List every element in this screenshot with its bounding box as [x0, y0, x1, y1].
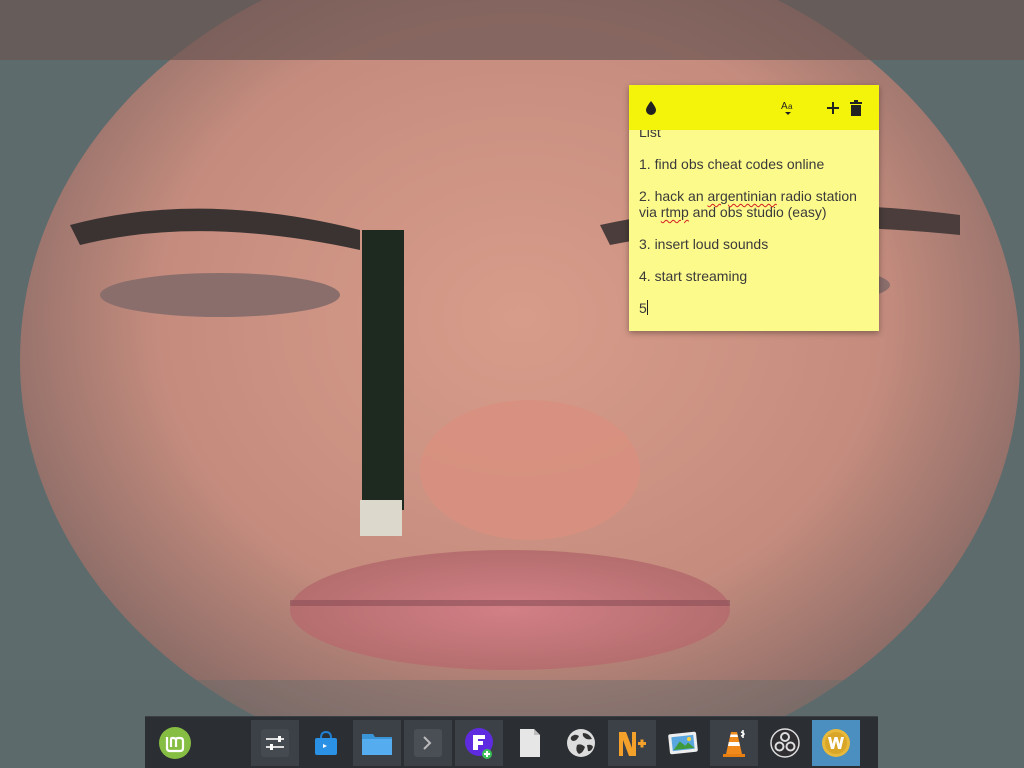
document-icon: [520, 729, 540, 757]
panel-app-f[interactable]: [455, 720, 503, 766]
note-item-5: 5: [639, 300, 869, 316]
traffic-cone-icon: [723, 730, 745, 757]
shopping-bag-icon: [315, 730, 337, 755]
note-item-5-text: 5: [639, 300, 647, 316]
panel-system-settings[interactable]: [251, 720, 299, 766]
note-item-2: 2. hack an argentinian radio station: [639, 188, 869, 204]
terminal-icon: [414, 729, 442, 757]
panel-mint-menu[interactable]: [151, 720, 199, 766]
note-item-2-part1: 2. hack an: [639, 188, 708, 204]
svg-text:A: A: [781, 101, 788, 112]
desktop: A a List 1. find obs cheat codes online …: [0, 0, 1024, 768]
n-plus-icon: [619, 732, 646, 756]
note-item-2-part3: via: [639, 204, 661, 220]
panel-vlc[interactable]: [710, 720, 758, 766]
panel-notes-app[interactable]: [608, 720, 656, 766]
trash-icon[interactable]: [845, 97, 867, 119]
f-letter-icon: [465, 728, 493, 759]
note-item-2-part4: and obs studio (easy): [688, 204, 827, 220]
misspelled-word-rtmp: rtmp: [660, 204, 689, 220]
panel-text-document[interactable]: [506, 720, 554, 766]
note-title-partial: List: [639, 130, 661, 140]
panel-obs-studio[interactable]: [761, 720, 809, 766]
w-coin-icon: [822, 729, 850, 757]
color-drop-icon[interactable]: [640, 97, 662, 119]
note-item-4: 4. start streaming: [639, 268, 748, 284]
panel-image-viewer[interactable]: [659, 720, 707, 766]
misspelled-word-argentinian: argentinian: [707, 188, 777, 204]
sliders-icon: [261, 729, 289, 757]
folder-icon: [362, 734, 392, 755]
panel-w-app[interactable]: [812, 720, 860, 766]
note-item-3: 3. insert loud sounds: [639, 236, 769, 252]
panel-terminal[interactable]: [404, 720, 452, 766]
text-format-icon[interactable]: A a: [777, 97, 799, 119]
linux-mint-logo-icon: [159, 727, 191, 759]
sticky-note-header[interactable]: A a: [629, 85, 879, 130]
picture-icon: [668, 731, 698, 755]
panel-software-manager[interactable]: [302, 720, 350, 766]
taskbar-panel: [145, 716, 878, 768]
globe-icon: [567, 729, 595, 757]
note-item-1: 1. find obs cheat codes online: [639, 156, 825, 172]
note-item-2-cont: via rtmp and obs studio (easy): [639, 204, 869, 220]
text-caret: [646, 300, 648, 315]
sticky-note[interactable]: A a List 1. find obs cheat codes online …: [629, 85, 879, 331]
svg-text:a: a: [788, 102, 793, 111]
sticky-note-body[interactable]: List 1. find obs cheat codes online 2. h…: [629, 130, 879, 331]
panel-file-manager[interactable]: [353, 720, 401, 766]
obs-icon: [770, 728, 800, 758]
panel-web-browser[interactable]: [557, 720, 605, 766]
plus-icon[interactable]: [822, 97, 844, 119]
note-item-2-part2: radio station: [776, 188, 857, 204]
